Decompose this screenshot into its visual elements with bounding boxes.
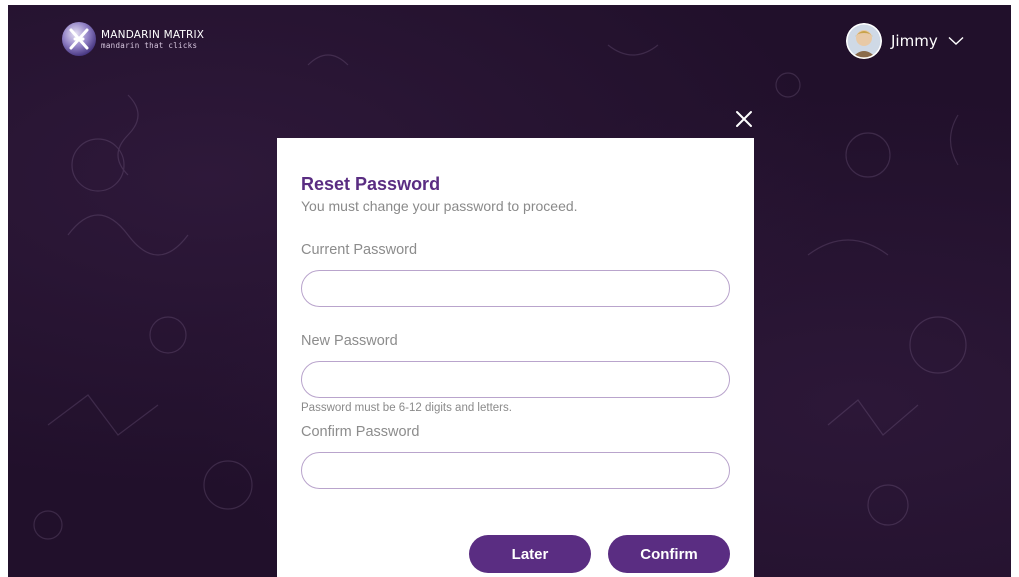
confirm-password-label: Confirm Password <box>301 424 420 440</box>
brand-logo[interactable]: MANDARIN MATRIX mandarin that clicks <box>61 21 204 57</box>
user-menu[interactable]: Jimmy <box>846 23 964 59</box>
dialog-subtitle: You must change your password to proceed… <box>301 198 578 214</box>
current-password-input[interactable] <box>301 270 730 307</box>
new-password-input[interactable] <box>301 361 730 398</box>
confirm-password-input[interactable] <box>301 452 730 489</box>
chevron-down-icon <box>948 36 964 45</box>
later-button[interactable]: Later <box>469 535 591 573</box>
current-password-label: Current Password <box>301 242 418 258</box>
close-icon[interactable] <box>734 109 754 129</box>
mandarin-matrix-logo-icon <box>62 22 96 56</box>
user-avatar-icon <box>846 23 882 59</box>
reset-password-dialog: Reset Password You must change your pass… <box>277 138 754 577</box>
logo-tagline: mandarin that clicks <box>101 40 198 50</box>
logo-title: MANDARIN MATRIX <box>101 28 205 41</box>
new-password-label: New Password <box>301 333 398 349</box>
app-screen: MANDARIN MATRIX mandarin that clicks Jim… <box>8 5 1011 577</box>
user-name: Jimmy <box>891 32 938 50</box>
password-hint: Password must be 6-12 digits and letters… <box>301 402 512 414</box>
confirm-button[interactable]: Confirm <box>608 535 730 573</box>
dialog-title: Reset Password <box>301 174 441 194</box>
